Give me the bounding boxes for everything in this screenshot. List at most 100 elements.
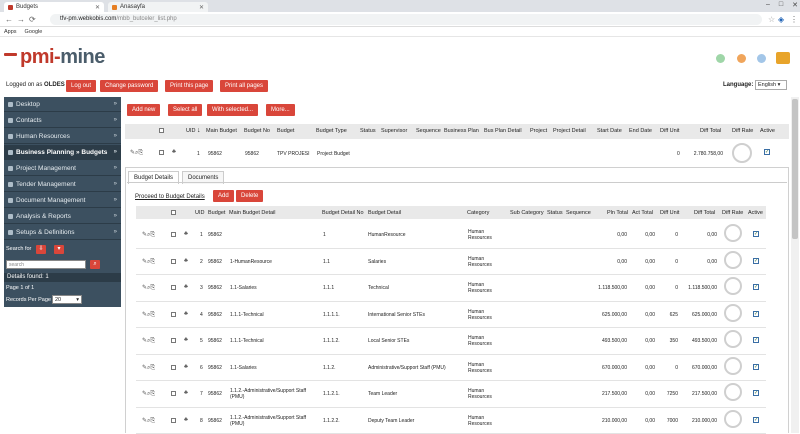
active-checkbox[interactable]: ✓	[753, 390, 759, 396]
alert-icon[interactable]	[737, 54, 746, 63]
dcol-main-budget-detail[interactable]: Main Budget Detail	[229, 210, 275, 216]
col-project-detail[interactable]: Project Detail	[553, 128, 586, 134]
sidebar-item-desktop[interactable]: Desktop »	[4, 97, 121, 112]
hierarchy-icon[interactable]: ♣	[184, 231, 188, 237]
back-icon[interactable]: ←	[5, 15, 13, 24]
page-scrollbar[interactable]	[791, 97, 799, 433]
col-start-date[interactable]: Start Date	[597, 128, 622, 134]
dropdown-icon[interactable]: ▾	[54, 245, 64, 254]
hierarchy-icon[interactable]: ♣	[184, 390, 188, 396]
dcol-status[interactable]: Status	[547, 210, 563, 216]
close-tab-icon[interactable]: ✕	[199, 4, 204, 11]
row-checkbox[interactable]	[171, 285, 176, 290]
col-diff-unit[interactable]: Diff Unit	[660, 128, 679, 134]
sidebar-item-contacts[interactable]: Contacts »	[4, 113, 121, 128]
print-all-button[interactable]: Print all pages	[220, 80, 269, 92]
edit-icon[interactable]: ✎⌕⎘	[142, 417, 155, 425]
sidebar-item-document-management[interactable]: Document Management »	[4, 193, 121, 208]
language-select[interactable]: English ▾	[755, 80, 787, 90]
col-budget-type[interactable]: Budget Type	[316, 128, 347, 134]
hierarchy-icon[interactable]: ♣	[184, 417, 188, 423]
scrollbar-thumb[interactable]	[792, 99, 798, 239]
hierarchy-icon[interactable]: ♣	[184, 364, 188, 370]
dcol-budget-detail-no[interactable]: Budget Detail No	[322, 210, 364, 216]
select-all-checkbox[interactable]	[159, 128, 164, 133]
col-project[interactable]: Project	[530, 128, 547, 134]
close-window-icon[interactable]: ✕	[792, 1, 798, 9]
dcol-active[interactable]: Active	[748, 210, 763, 216]
minimize-icon[interactable]: –	[766, 1, 770, 9]
detail-select-all-checkbox[interactable]	[171, 210, 176, 215]
url-input[interactable]: tfv-pm.webkobis.com/mbb_butceler_list.ph…	[50, 14, 762, 25]
active-checkbox[interactable]: ✓	[753, 257, 759, 264]
add-button[interactable]: Add	[213, 190, 234, 202]
bookmark-apps[interactable]: Apps	[4, 29, 17, 35]
dcol-diff-rate[interactable]: Diff Rate	[722, 210, 743, 216]
col-end-date[interactable]: End Date	[629, 128, 652, 134]
help-icon[interactable]	[757, 54, 766, 63]
col-budget[interactable]: Budget	[277, 128, 294, 134]
edit-icon[interactable]: ✎⌕⎘	[142, 337, 155, 345]
hierarchy-icon[interactable]: ♣	[184, 258, 188, 264]
col-main-budget[interactable]: Main Budget	[206, 128, 237, 134]
row-checkbox[interactable]	[171, 364, 176, 370]
edit-icon[interactable]: ✎⌕⎘	[142, 231, 155, 239]
add-new-button[interactable]: Add new	[127, 104, 161, 116]
home-icon[interactable]	[716, 54, 725, 63]
delete-button[interactable]: Delete	[236, 190, 264, 202]
row-checkbox[interactable]	[171, 232, 176, 237]
proceed-link[interactable]: Proceed to Budget Details	[135, 194, 205, 200]
row-checkbox[interactable]	[171, 417, 176, 423]
hierarchy-icon[interactable]: ♣	[184, 311, 188, 317]
extension-shield-icon[interactable]: ◈	[778, 15, 784, 24]
dcol-category[interactable]: Category	[467, 210, 489, 216]
col-diff-rate[interactable]: Diff Rate	[732, 128, 753, 134]
menu-icon[interactable]: ⋮	[790, 15, 798, 24]
edit-icon[interactable]: ✎⌕⎘	[142, 311, 155, 319]
dcol-budget-detail[interactable]: Budget Detail	[368, 210, 401, 216]
row-checkbox[interactable]	[171, 391, 176, 396]
row-checkbox[interactable]	[171, 338, 176, 343]
col-diff-total[interactable]: Diff Total	[700, 128, 721, 134]
active-checkbox[interactable]: ✓	[764, 149, 770, 155]
col-bus-plan-detail[interactable]: Bus Plan Detail	[484, 128, 522, 134]
dcol-uid[interactable]: UID	[195, 210, 204, 216]
with-selected-button[interactable]: With selected...	[207, 104, 259, 116]
dcol-sub-category[interactable]: Sub Category	[510, 210, 544, 216]
print-page-button[interactable]: Print this page	[165, 80, 214, 92]
sidebar-item-setups[interactable]: Setups & Definitions »	[4, 225, 121, 240]
edit-icon[interactable]: ✎⌕⎘	[142, 364, 155, 372]
sidebar-item-analysis-reports[interactable]: Analysis & Reports »	[4, 209, 121, 224]
col-business-plan[interactable]: Business Plan	[444, 128, 479, 134]
row-checkbox[interactable]	[159, 150, 164, 155]
logout-button[interactable]: Log out	[66, 80, 97, 92]
browser-tab-anasayfa[interactable]: Anasayfa ✕	[108, 2, 208, 12]
select-all-button[interactable]: Select all	[168, 104, 203, 116]
sort-down-icon[interactable]: ⇩	[36, 245, 46, 254]
search-input[interactable]: search	[6, 260, 86, 269]
dcol-budget[interactable]: Budget	[208, 210, 225, 216]
row-checkbox[interactable]	[171, 311, 176, 317]
active-checkbox[interactable]: ✓	[753, 416, 759, 423]
star-icon[interactable]: ☆	[768, 15, 775, 24]
sidebar-item-tender-management[interactable]: Tender Management »	[4, 177, 121, 192]
close-tab-icon[interactable]: ✕	[95, 4, 100, 11]
edit-icon[interactable]: ✎⌕⎘	[142, 390, 155, 398]
hierarchy-icon[interactable]: ♣	[184, 284, 188, 290]
change-password-button[interactable]: Change password	[100, 80, 159, 92]
edit-icon[interactable]: ✎⌕⎘	[130, 149, 143, 157]
browser-tab-budgets[interactable]: Budgets ✕	[4, 2, 104, 12]
maximize-icon[interactable]: □	[779, 1, 783, 9]
reload-icon[interactable]: ⟳	[29, 15, 36, 24]
active-checkbox[interactable]: ✓	[753, 310, 759, 317]
search-icon[interactable]: ⌕	[90, 260, 100, 269]
active-checkbox[interactable]: ✓	[753, 284, 759, 290]
records-per-page-select[interactable]: 20 ▾	[52, 295, 82, 304]
sidebar-item-budgets[interactable]: Business Planning » Budgets »	[4, 145, 121, 160]
edit-icon[interactable]: ✎⌕⎘	[142, 258, 155, 266]
col-budget-no[interactable]: Budget No	[244, 128, 270, 134]
col-uid[interactable]: UID	[186, 128, 195, 134]
col-status[interactable]: Status	[360, 128, 376, 134]
edit-icon[interactable]: ✎⌕⎘	[142, 284, 155, 292]
row-checkbox[interactable]	[171, 258, 176, 264]
